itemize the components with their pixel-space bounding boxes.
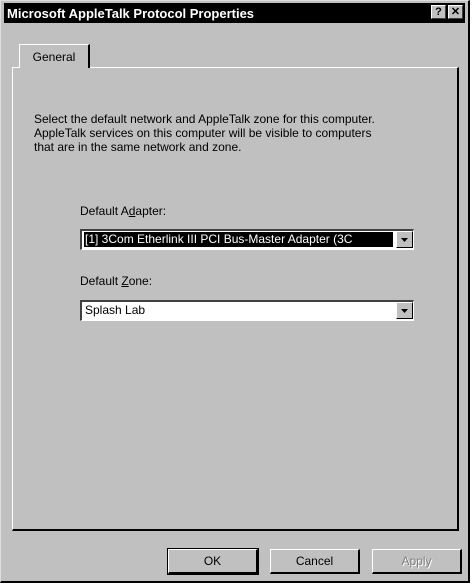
chevron-down-icon	[401, 308, 408, 313]
apply-button-label: Apply	[401, 554, 432, 568]
default-zone-dropdown[interactable]: Splash Lab	[80, 300, 414, 321]
default-adapter-dropdown-button[interactable]	[396, 231, 413, 248]
default-zone-value: Splash Lab	[85, 303, 146, 317]
cancel-button[interactable]: Cancel	[270, 549, 360, 574]
apply-button[interactable]: Apply	[372, 549, 462, 574]
ok-button-label: OK	[203, 554, 222, 568]
help-button[interactable]: ?	[431, 5, 446, 19]
default-adapter-dropdown[interactable]: [1] 3Com Etherlink III PCI Bus-Master Ad…	[80, 229, 414, 250]
chevron-down-icon	[401, 237, 408, 242]
default-zone-label: Default Zone:	[80, 274, 153, 288]
title-bar[interactable]: Microsoft AppleTalk Protocol Properties …	[4, 3, 465, 23]
default-adapter-label: Default Adapter:	[80, 204, 167, 218]
tab-general-label: General	[32, 49, 76, 64]
tab-general[interactable]: General	[19, 44, 90, 68]
ok-button[interactable]: OK	[167, 548, 259, 575]
description-line: AppleTalk services on this computer will…	[34, 126, 372, 140]
close-icon: ✕	[450, 5, 461, 18]
description-line: Select the default network and AppleTalk…	[34, 112, 375, 126]
help-icon: ?	[435, 5, 442, 18]
cancel-button-label: Cancel	[295, 554, 334, 568]
default-zone-dropdown-button[interactable]	[396, 302, 413, 319]
close-button[interactable]: ✕	[448, 5, 463, 19]
default-adapter-value: [1] 3Com Etherlink III PCI Bus-Master Ad…	[84, 232, 393, 247]
title-buttons: ? ✕	[431, 5, 463, 19]
description-text: Select the default network and AppleTalk…	[34, 112, 454, 154]
description-line: that are in the same network and zone.	[34, 140, 242, 154]
window-title: Microsoft AppleTalk Protocol Properties	[7, 5, 255, 21]
